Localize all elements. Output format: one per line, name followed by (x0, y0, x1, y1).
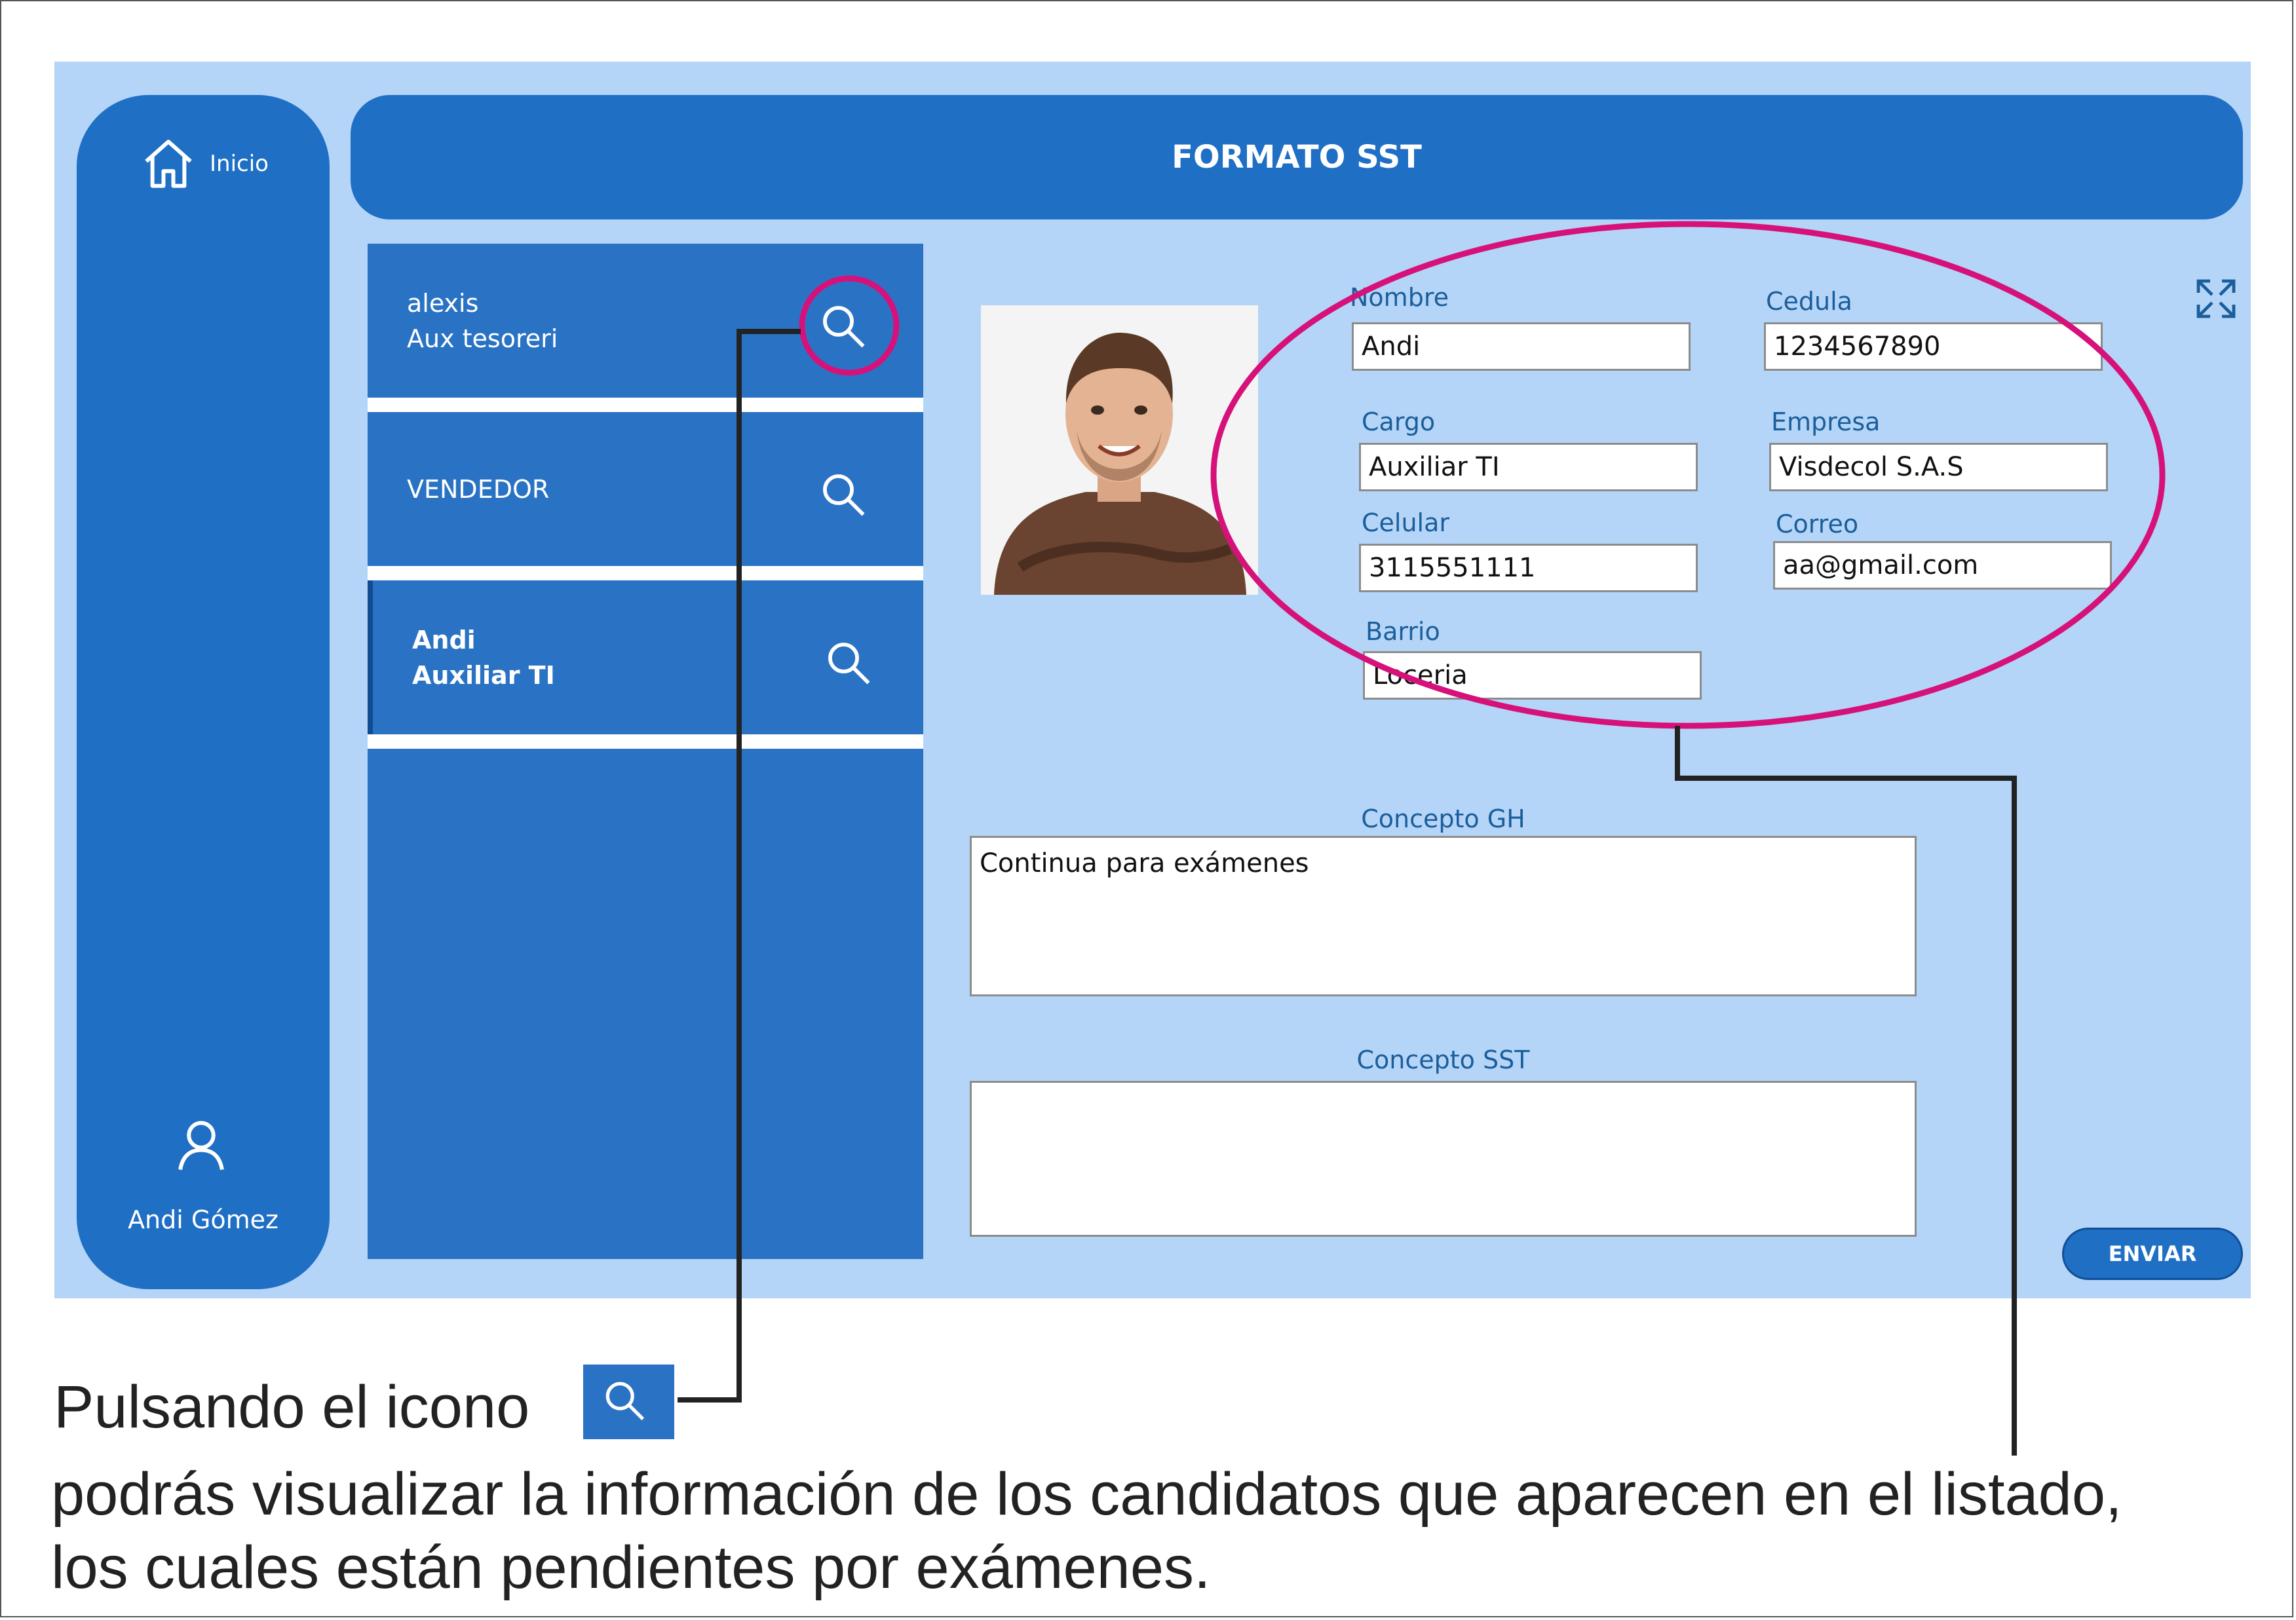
list-item-role: Auxiliar TI (412, 660, 555, 690)
cedula-label: Cedula (1766, 287, 1852, 316)
list-divider (368, 566, 923, 580)
correo-label: Correo (1776, 510, 1859, 538)
cargo-field[interactable]: Auxiliar TI (1359, 443, 1698, 491)
concepto-gh-textarea[interactable]: Continua para exámenes (970, 836, 1917, 996)
caption-search-icon-box (583, 1365, 674, 1439)
search-icon (605, 1382, 645, 1421)
header-bar: FORMATO SST (351, 95, 2243, 219)
list-item-role: Aux tesoreri (407, 324, 558, 353)
sidebar: Inicio Andi Gómez (77, 95, 330, 1289)
list-divider (368, 734, 923, 749)
home-button[interactable]: Inicio (139, 134, 269, 193)
nombre-field[interactable]: Andi (1352, 322, 1691, 371)
home-icon (145, 140, 192, 188)
nombre-label: Nombre (1350, 283, 1449, 312)
celular-field[interactable]: 3115551111 (1359, 544, 1698, 592)
caption-line-2: podrás visualizar la información de los … (51, 1461, 2122, 1601)
list-item[interactable]: VENDEDOR (368, 412, 923, 566)
candidate-list: alexis Aux tesoreri VENDEDOR Andi Auxili… (368, 244, 923, 1259)
empresa-label: Empresa (1771, 407, 1881, 436)
user-icon[interactable] (172, 1116, 231, 1175)
empresa-field[interactable]: Visdecol S.A.S (1769, 443, 2108, 491)
concepto-sst-label: Concepto SST (1356, 1045, 1530, 1074)
search-icon[interactable] (820, 471, 870, 521)
barrio-field[interactable]: Loceria (1363, 651, 1702, 700)
page-title: FORMATO SST (1172, 139, 1422, 176)
list-divider (368, 398, 923, 412)
barrio-label: Barrio (1366, 617, 1440, 646)
search-icon[interactable] (820, 303, 870, 352)
caption-line-1: Pulsando el icono (54, 1374, 530, 1441)
cedula-field[interactable]: 1234567890 (1764, 322, 2103, 371)
expand-icon[interactable] (2192, 275, 2240, 322)
list-item-name: Andi (412, 625, 476, 654)
correo-field[interactable]: aa@gmail.com (1773, 541, 2112, 590)
list-item-selected[interactable]: Andi Auxiliar TI (368, 580, 923, 734)
candidate-photo (981, 305, 1258, 595)
list-item[interactable]: alexis Aux tesoreri (368, 244, 923, 398)
concepto-sst-textarea[interactable] (970, 1081, 1917, 1237)
list-item-name: alexis (407, 288, 479, 318)
celular-label: Celular (1362, 508, 1450, 537)
home-label: Inicio (210, 151, 269, 177)
send-button[interactable]: ENVIAR (2062, 1228, 2243, 1280)
concepto-gh-label: Concepto GH (1361, 804, 1525, 833)
cargo-label: Cargo (1362, 407, 1436, 436)
user-name: Andi Gómez (128, 1205, 278, 1234)
list-item-name: VENDEDOR (407, 474, 550, 504)
search-icon[interactable] (825, 639, 875, 689)
